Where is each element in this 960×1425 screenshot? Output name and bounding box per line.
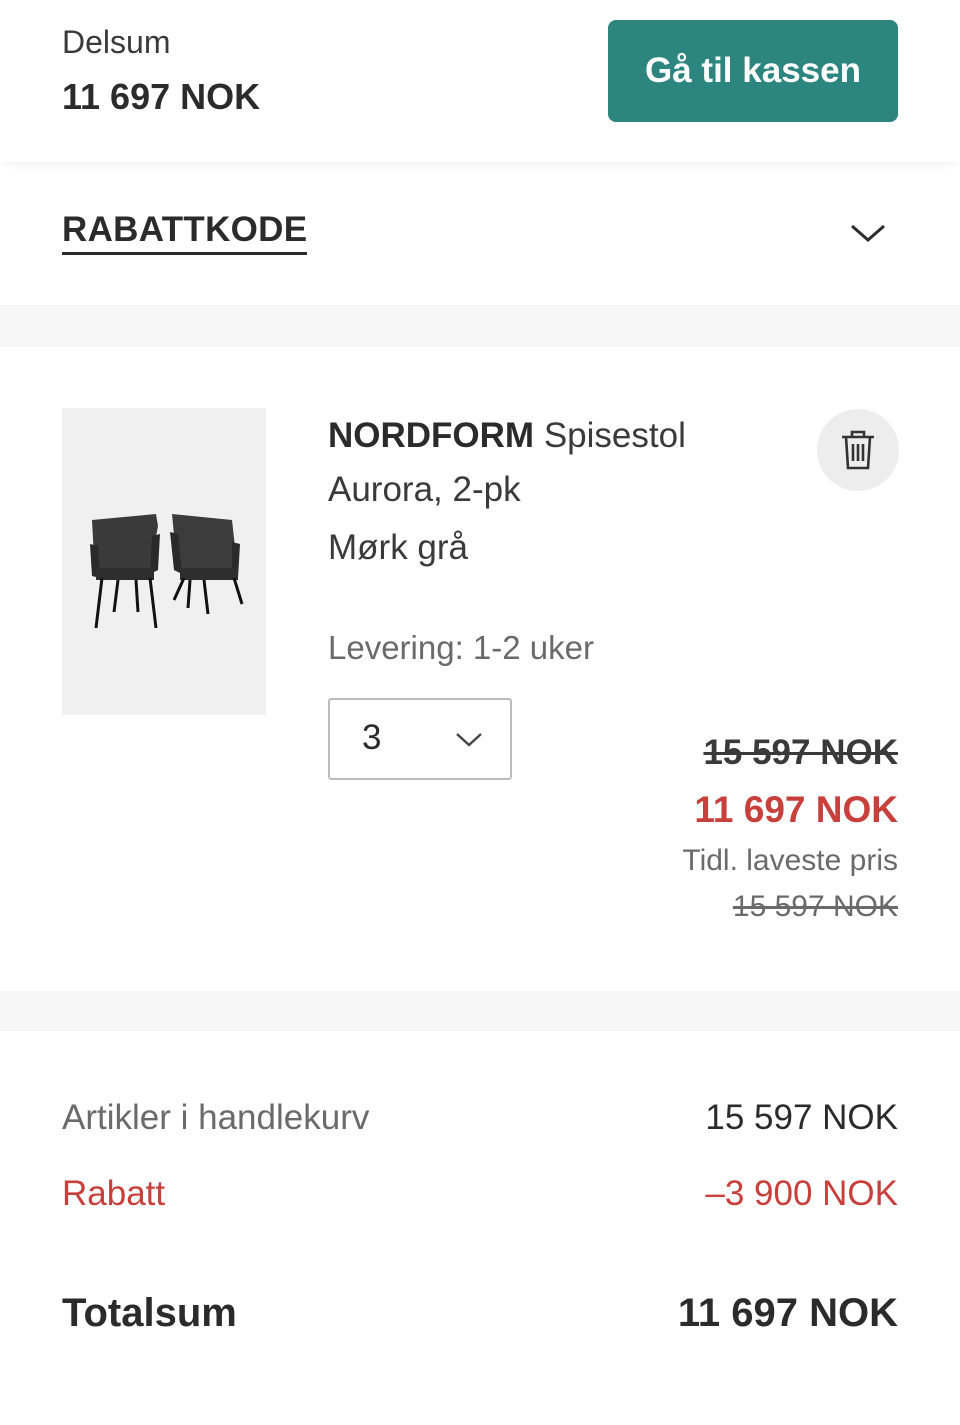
subtotal-label: Delsum: [62, 24, 171, 60]
cart-item: NORDFORM Spisestol Aurora, 2-pk Mørk grå…: [0, 347, 960, 991]
items-value: 15 597 NOK: [705, 1098, 898, 1137]
product-title[interactable]: NORDFORM Spisestol Aurora, 2-pk: [328, 409, 748, 517]
discount-code-title: RABATTKODE: [62, 210, 308, 255]
chevron-down-icon: [851, 224, 885, 242]
summary-row-discount: Rabatt –3 900 NOK: [62, 1174, 898, 1214]
total-value: 11 697 NOK: [677, 1291, 898, 1335]
items-label: Artikler i handlekurv: [62, 1098, 370, 1137]
sale-price: 11 697 NOK: [694, 789, 898, 830]
discount-value: –3 900 NOK: [705, 1174, 898, 1213]
discount-label: Rabatt: [62, 1174, 166, 1213]
chair-illustration: [90, 514, 244, 629]
quantity-select[interactable]: 3: [328, 698, 512, 780]
section-divider: [0, 991, 960, 1031]
quantity-value: 3: [362, 718, 382, 757]
delivery-time: Levering: 1-2 uker: [328, 629, 594, 666]
total-label: Totalsum: [62, 1291, 237, 1335]
original-price: 15 597 NOK: [703, 733, 898, 772]
remove-item-button[interactable]: [817, 409, 899, 491]
summary-row-items: Artikler i handlekurv 15 597 NOK: [62, 1098, 898, 1138]
product-image[interactable]: [62, 408, 266, 715]
product-variant: Mørk grå: [328, 528, 468, 567]
trash-icon: [842, 430, 874, 470]
lowest-price-value: 15 597 NOK: [732, 890, 898, 923]
discount-code-toggle[interactable]: RABATTKODE: [0, 162, 960, 305]
product-brand: NORDFORM: [328, 416, 535, 455]
chevron-down-icon: [456, 733, 482, 747]
summary-row-total: Totalsum 11 697 NOK: [62, 1291, 898, 1336]
order-summary: Artikler i handlekurv 15 597 NOK Rabatt …: [0, 1031, 960, 1425]
subtotal-value: 11 697 NOK: [62, 76, 261, 117]
lowest-price-label: Tidl. laveste pris: [682, 844, 898, 877]
sticky-checkout-bar: Delsum 11 697 NOK Gå til kassen: [0, 0, 960, 162]
checkout-button[interactable]: Gå til kassen: [608, 20, 898, 122]
section-divider: [0, 305, 960, 347]
